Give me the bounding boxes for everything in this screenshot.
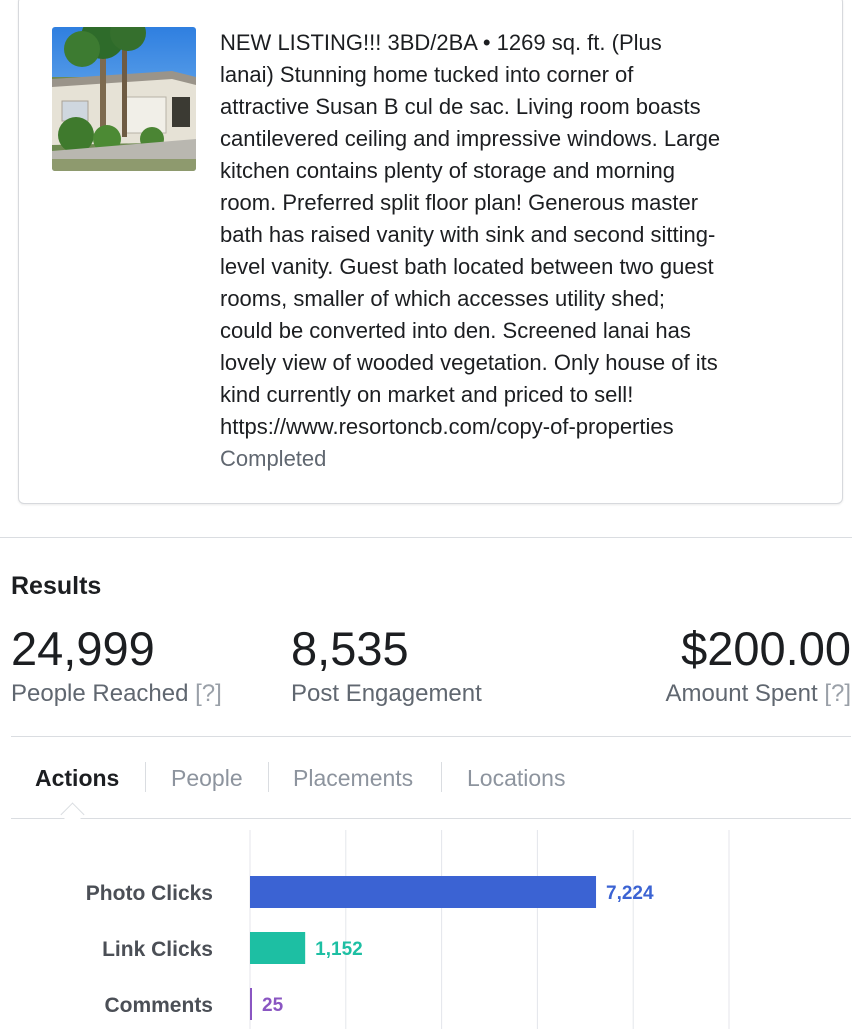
description-line: cantilevered ceiling and impressive wind… <box>220 126 721 151</box>
bar-value-label: 7,224 <box>606 883 654 904</box>
tab-placements[interactable]: Placements <box>293 758 413 798</box>
bar-comments[interactable] <box>250 988 252 1020</box>
amount-spent-label-row: Amount Spent [?] <box>666 678 851 710</box>
metric-amount-spent: $200.00 Amount Spent [?] <box>666 622 851 710</box>
description-line: could be converted into den. Screened la… <box>220 318 691 343</box>
description-line: bath has raised vanity with sink and sec… <box>220 222 716 247</box>
metric-people-reached: 24,999 People Reached [?] <box>11 622 222 710</box>
post-description: NEW LISTING!!! 3BD/2BA • 1269 sq. ft. (P… <box>220 27 790 475</box>
people-reached-value: 24,999 <box>11 622 155 675</box>
amount-spent-value: $200.00 <box>681 622 851 675</box>
post-thumbnail[interactable] <box>52 27 196 171</box>
section-divider <box>0 537 852 538</box>
description-line: NEW LISTING!!! 3BD/2BA • 1269 sq. ft. (P… <box>220 30 662 55</box>
tab-locations[interactable]: Locations <box>467 758 565 798</box>
tab-separator <box>441 762 442 792</box>
amount-spent-help-link[interactable]: [?] <box>824 680 851 707</box>
tab-people[interactable]: People <box>171 758 243 798</box>
amount-spent-label: Amount Spent <box>665 680 818 707</box>
people-reached-label-row: People Reached [?] <box>11 678 222 710</box>
description-line: attractive Susan B cul de sac. Living ro… <box>220 94 701 119</box>
house-photo <box>52 27 196 171</box>
results-divider <box>11 736 851 737</box>
post-card: NEW LISTING!!! 3BD/2BA • 1269 sq. ft. (P… <box>18 0 843 504</box>
active-tab-caret-icon <box>60 802 85 827</box>
actions-bar-chart: Photo Clicks 7,224 Link Clicks 1,152 Comment… <box>86 830 730 1029</box>
bar-value-label: 1,152 <box>315 939 363 960</box>
post-engagement-label: Post Engagement <box>291 680 482 707</box>
bar-category-label: Comments <box>104 994 213 1017</box>
metric-post-engagement: 8,535 Post Engagement <box>291 622 482 710</box>
post-link[interactable]: https://www.resortoncb.com/copy-of-prope… <box>220 411 790 443</box>
bar-link-clicks[interactable] <box>250 932 306 964</box>
bar-photo-clicks[interactable] <box>250 876 597 908</box>
description-line: room. Preferred split floor plan! Genero… <box>220 190 699 215</box>
description-line: level vanity. Guest bath located between… <box>220 254 714 279</box>
description-line: rooms, smaller of which accesses utility… <box>220 286 666 311</box>
tab-separator <box>145 762 146 792</box>
description-line: kind currently on market and priced to s… <box>220 382 634 407</box>
post-status: Completed <box>220 446 327 471</box>
results-heading: Results <box>11 572 102 600</box>
people-reached-help-link[interactable]: [?] <box>195 680 222 707</box>
bar-category-label: Link Clicks <box>102 938 213 961</box>
bar-value-label: 25 <box>262 995 284 1016</box>
tab-separator <box>268 762 269 792</box>
description-line: lovely view of wooded vegetation. Only h… <box>220 350 718 375</box>
tab-actions[interactable]: Actions <box>35 758 119 798</box>
results-tabs: Actions People Placements Locations <box>11 758 851 798</box>
tabs-underline <box>11 818 851 819</box>
description-line: kitchen contains plenty of storage and m… <box>220 158 675 183</box>
people-reached-label: People Reached <box>11 680 189 707</box>
description-line: lanai) Stunning home tucked into corner … <box>220 62 634 87</box>
post-engagement-value: 8,535 <box>291 622 409 675</box>
bar-category-label: Photo Clicks <box>86 882 213 905</box>
